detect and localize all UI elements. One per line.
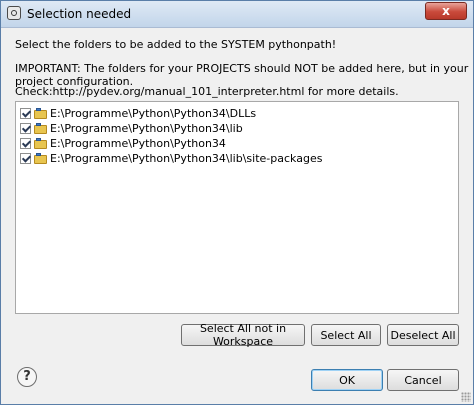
folder-path: E:\Programme\Python\Python34 — [50, 137, 226, 150]
list-item[interactable]: E:\Programme\Python\Python34\lib — [20, 121, 243, 136]
folder-checkbox[interactable] — [20, 108, 31, 119]
folder-checkbox[interactable] — [20, 153, 31, 164]
folder-checkbox[interactable] — [20, 123, 31, 134]
help-icon[interactable]: ? — [17, 367, 37, 387]
list-item[interactable]: E:\Programme\Python\Python34\lib\site-pa… — [20, 151, 322, 166]
folder-list[interactable]: E:\Programme\Python\Python34\DLLs E:\Pro… — [15, 101, 459, 314]
check-link-text: Check:http://pydev.org/manual_101_interp… — [15, 85, 399, 98]
dialog-title: Selection needed — [27, 7, 132, 21]
folder-icon — [34, 108, 47, 119]
folder-icon — [34, 123, 47, 134]
resize-grip[interactable] — [461, 392, 471, 402]
select-all-not-in-workspace-button[interactable]: Select All not in Workspace — [181, 322, 305, 348]
cancel-button[interactable]: Cancel — [387, 369, 459, 391]
title-bar[interactable]: Selection needed x — [1, 1, 473, 28]
close-button[interactable]: x — [425, 2, 467, 20]
ok-button[interactable]: OK — [311, 369, 383, 391]
eclipse-app-icon — [7, 6, 21, 20]
folder-path: E:\Programme\Python\Python34\lib — [50, 122, 243, 135]
instruction-text: Select the folders to be added to the SY… — [15, 38, 337, 51]
select-all-button[interactable]: Select All — [311, 324, 381, 346]
deselect-all-button[interactable]: Deselect All — [387, 324, 459, 346]
selection-dialog: Selection needed x Select the folders to… — [0, 0, 474, 405]
folder-checkbox[interactable] — [20, 138, 31, 149]
list-item[interactable]: E:\Programme\Python\Python34 — [20, 136, 226, 151]
list-item[interactable]: E:\Programme\Python\Python34\DLLs — [20, 106, 256, 121]
folder-icon — [34, 138, 47, 149]
folder-path: E:\Programme\Python\Python34\lib\site-pa… — [50, 152, 323, 165]
folder-path: E:\Programme\Python\Python34\DLLs — [50, 107, 257, 120]
folder-icon — [34, 153, 47, 164]
